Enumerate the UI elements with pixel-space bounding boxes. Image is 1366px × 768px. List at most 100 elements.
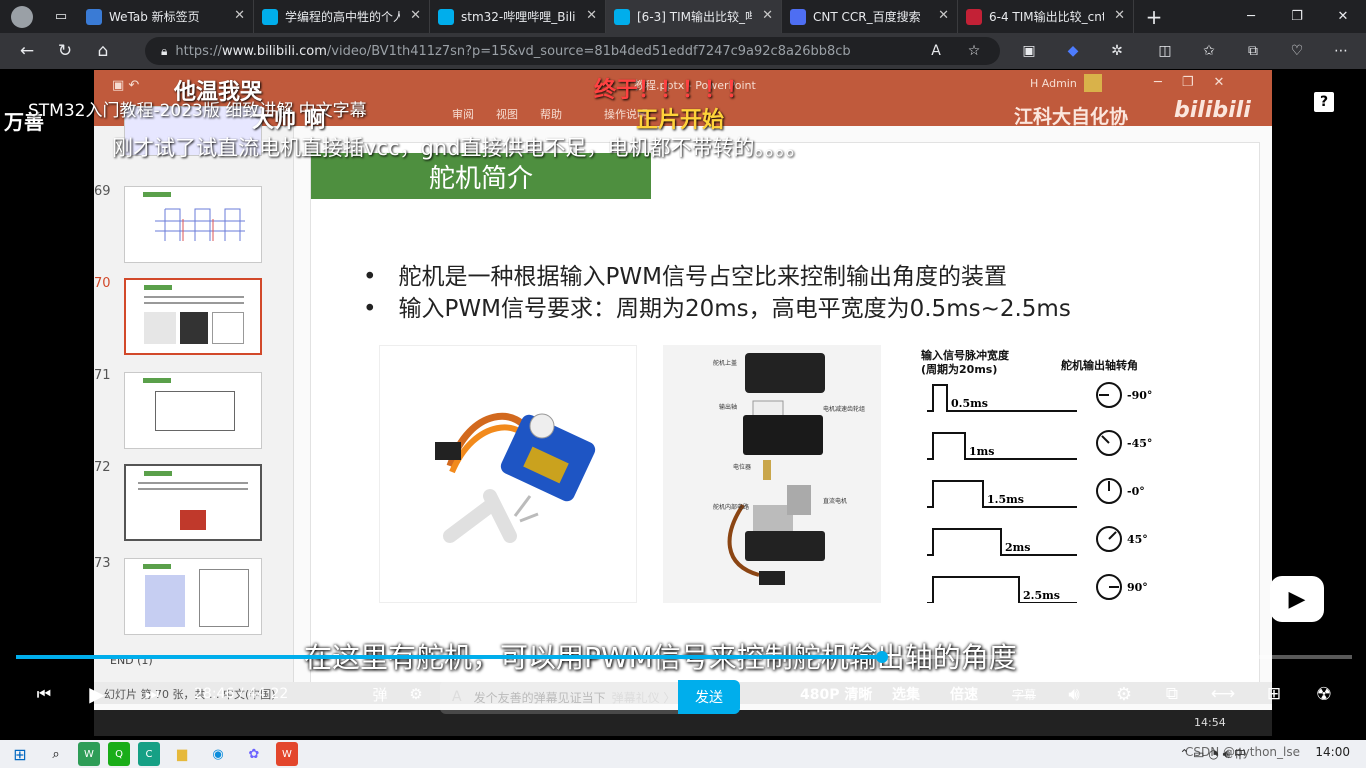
- player-controls: ⏮ ▶ ⏭ 28:46 / 44:22 弹 ⚙ A 发个友善的弹幕见证当下 弹幕…: [4, 672, 1362, 720]
- browser-tab[interactable]: 6-4 TIM输出比较_cnt... ✕: [958, 0, 1134, 33]
- video-player[interactable]: ▣ ↶ 教程.pptx - PowerPoint H Admin ─❐✕ 审阅 …: [4, 70, 1362, 740]
- part-label: 电机减速齿轮组: [823, 405, 865, 413]
- split-screen-icon[interactable]: ◫: [1152, 38, 1178, 64]
- progress-bar-fill: [16, 655, 882, 659]
- tab-label: stm32-哔哩哔哩_Bilibili: [461, 10, 576, 24]
- tv-icon: [262, 8, 278, 25]
- file-explorer-icon[interactable]: ▆: [168, 742, 196, 766]
- danmaku-toggle-icon[interactable]: 弹: [368, 672, 392, 716]
- close-tab-icon[interactable]: ✕: [586, 8, 597, 23]
- angle-label: 90°: [1127, 581, 1148, 594]
- close-tab-icon[interactable]: ✕: [1114, 8, 1125, 23]
- widescreen-icon[interactable]: ⟷: [1210, 672, 1236, 716]
- minimize-button[interactable]: ─: [1228, 0, 1274, 33]
- browser-tab[interactable]: CNT CCR_百度搜索 ✕: [782, 0, 958, 33]
- reload-button[interactable]: ↻: [46, 33, 84, 69]
- app-icon[interactable]: C: [138, 742, 160, 766]
- windows-start-icon[interactable]: ⊞: [6, 742, 34, 766]
- search-icon[interactable]: ⌕: [42, 742, 70, 766]
- restore-button[interactable]: ❐: [1274, 0, 1320, 33]
- favorite-star-icon[interactable]: ☆: [961, 38, 987, 64]
- quality-button[interactable]: 480P 清晰: [800, 672, 872, 716]
- video-frame-powerpoint: ▣ ↶ 教程.pptx - PowerPoint H Admin ─❐✕ 审阅 …: [94, 70, 1272, 736]
- next-icon[interactable]: ⏭: [140, 672, 164, 716]
- read-aloud-icon[interactable]: A: [923, 38, 949, 64]
- close-window-button[interactable]: ✕: [1320, 0, 1366, 33]
- progress-bar[interactable]: [16, 651, 1352, 663]
- speed-button[interactable]: 倍速: [950, 672, 978, 716]
- wechat-work-icon[interactable]: W: [78, 742, 100, 766]
- send-danmaku-button[interactable]: 发送: [678, 680, 740, 714]
- qq-icon[interactable]: Q: [108, 742, 130, 766]
- extensions-puzzle-icon[interactable]: ✲: [1104, 38, 1130, 64]
- settings-icon[interactable]: ⚙: [1112, 672, 1136, 716]
- part-label: 舵机内部电路: [713, 503, 749, 511]
- browser-tab[interactable]: [6-3] TIM输出比较_哔... ✕: [606, 0, 782, 33]
- slide-number: 73: [94, 556, 111, 571]
- danmaku-etiquette-link[interactable]: 弹幕礼仪 〉: [612, 689, 676, 706]
- subtitle-button[interactable]: 字幕: [1012, 672, 1036, 716]
- ppt-ribbon-user: H Admin: [1030, 77, 1077, 90]
- danmaku-comment: 刚才试了试直流电机直接插vcc，gnd直接供电不足，电机都不带转的。。。。: [112, 136, 807, 160]
- danmaku-input[interactable]: A 发个友善的弹幕见证当下 弹幕礼仪 〉 发送: [440, 680, 740, 714]
- danmaku-comment: 终于！！！！！: [594, 78, 749, 103]
- danmaku-settings-icon[interactable]: ⚙: [404, 672, 428, 716]
- angle-label: 45°: [1127, 533, 1148, 546]
- tab-actions-icon[interactable]: ▭: [44, 0, 78, 33]
- ppt-brand: 江科大自化协: [1014, 106, 1129, 128]
- ppt-window-controls: ─❐✕: [1154, 75, 1245, 90]
- fullscreen-icon[interactable]: ☢: [1312, 672, 1336, 716]
- pulse-waveform: [927, 432, 1077, 460]
- web-fullscreen-icon[interactable]: ⊞: [1262, 672, 1286, 716]
- app-icon[interactable]: ✿: [240, 742, 268, 766]
- part-label: 舵机上盖: [713, 359, 737, 367]
- collections-tabs-icon[interactable]: ⧉: [1240, 38, 1266, 64]
- picture-in-picture-icon[interactable]: ⧉: [1160, 672, 1184, 716]
- play-icon[interactable]: ▶: [84, 672, 110, 716]
- url-bar[interactable]: 🔒︎ https://www.bilibili.com/video/BV1th4…: [145, 37, 1000, 65]
- close-tab-icon[interactable]: ✕: [234, 8, 245, 23]
- slide-thumbnail-selected: [124, 278, 262, 355]
- settings-more-icon[interactable]: ⋯: [1328, 38, 1354, 64]
- close-tab-icon[interactable]: ✕: [938, 8, 949, 23]
- ppt-thumbnail-pane: 69 70 71 72 73 END (1): [94, 106, 294, 696]
- profile-avatar-icon[interactable]: [0, 0, 44, 33]
- volume-icon[interactable]: 🔊︎: [1062, 672, 1086, 716]
- ppt-ribbon-item: 审阅: [452, 108, 474, 121]
- collections-icon[interactable]: ▣: [1016, 38, 1042, 64]
- system-tray-icons[interactable]: ⌃ ▭ ◔ 🔊︎ 中: [1179, 745, 1246, 762]
- time-display: 28:46 / 44:22: [194, 686, 289, 702]
- windows-taskbar: ⊞ ⌕ W Q C ▆ ◉ ✿ W CSDN @python_lse ⌃ ▭ ◔…: [0, 740, 1366, 768]
- browser-tab[interactable]: 学编程的高中牲的个人... ✕: [254, 0, 430, 33]
- back-button[interactable]: ←: [8, 33, 46, 69]
- home-button[interactable]: ⌂: [84, 33, 122, 69]
- bilibili-watermark-icon: bilibili: [1174, 98, 1251, 123]
- angle-dial-needle: [1101, 435, 1110, 444]
- browser-tab[interactable]: stm32-哔哩哔哩_Bilibili ✕: [430, 0, 606, 33]
- browser-tab[interactable]: WeTab 新标签页 ✕: [78, 0, 254, 33]
- angle-label: -0°: [1127, 485, 1145, 498]
- progress-handle[interactable]: [875, 651, 888, 663]
- wps-icon[interactable]: W: [276, 742, 298, 766]
- wetab-icon: [86, 8, 102, 25]
- bilibili-tv-play-icon[interactable]: ▶: [1270, 576, 1324, 622]
- tab-label: [6-3] TIM输出比较_哔...: [637, 10, 752, 24]
- favorites-icon[interactable]: ✩: [1196, 38, 1222, 64]
- part-label: 电位器: [733, 463, 751, 471]
- browser-health-icon[interactable]: ♡: [1284, 38, 1310, 64]
- ppt-ribbon-item: 帮助: [540, 108, 562, 121]
- edge-icon[interactable]: ◉: [204, 742, 232, 766]
- help-icon[interactable]: ?: [1314, 92, 1334, 112]
- extension-icon[interactable]: ◆: [1060, 38, 1086, 64]
- close-tab-icon[interactable]: ✕: [410, 8, 421, 23]
- episodes-button[interactable]: 选集: [892, 672, 920, 716]
- slide-thumbnail: [124, 464, 262, 541]
- tab-label: 6-4 TIM输出比较_cnt...: [989, 10, 1104, 24]
- close-tab-icon[interactable]: ✕: [762, 8, 773, 23]
- new-tab-button[interactable]: +: [1134, 0, 1174, 33]
- taskbar-clock: 14:00: [1315, 745, 1350, 759]
- ppt-ribbon-item: 视图: [496, 108, 518, 121]
- danmaku-style-icon[interactable]: A: [452, 689, 462, 705]
- servo-photo: [379, 345, 637, 603]
- previous-icon[interactable]: ⏮: [32, 672, 56, 716]
